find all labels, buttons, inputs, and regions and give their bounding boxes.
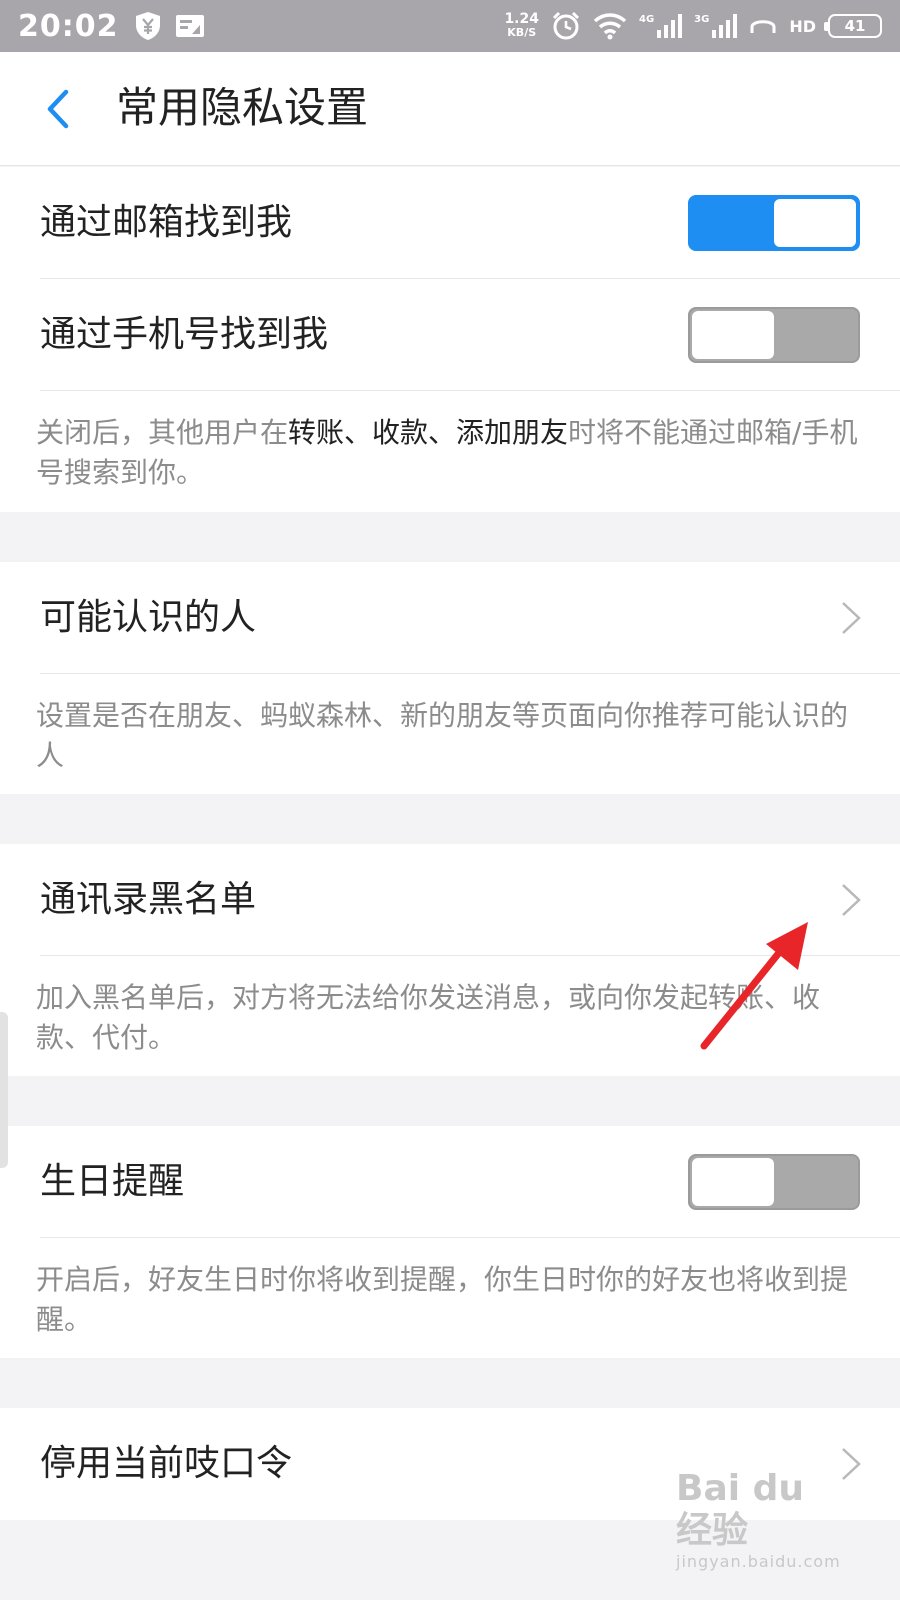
edge-floating-tab[interactable] [0,1012,8,1168]
shield-yuan-icon [135,12,160,40]
people-you-may-know-group: 可能认识的人 设置是否在朋友、蚂蚁森林、新的朋友等页面向你推荐可能认识的人 [0,562,900,794]
phone-find-toggle[interactable] [688,307,860,363]
chevron-right-icon [842,884,861,916]
battery-icon: 41 [824,14,882,38]
email-find-toggle[interactable] [688,195,860,251]
phone-find-label: 通过手机号找到我 [40,314,329,355]
chevron-right-icon [842,602,861,634]
hd-voice-headset-icon [750,20,776,33]
disable-password-label: 停用当前吱口令 [40,1443,293,1484]
birthday-reminder-group: 生日提醒 开启后，好友生日时你将收到提醒，你生日时你的好友也将收到提醒。 [0,1126,900,1358]
birthday-reminder-description: 开启后，好友生日时你将收到提醒，你生日时你的好友也将收到提醒。 [36,1263,849,1336]
find-me-description: 关闭后，其他用户在转账、收款、添加朋友时将不能通过邮箱/手机号搜索到你。 [36,416,858,489]
back-arrow-icon[interactable] [36,82,80,136]
network-speed: 1.24 KB/S [504,11,539,39]
email-find-label: 通过邮箱找到我 [40,202,293,243]
phone-find-row[interactable]: 通过手机号找到我 [0,279,900,391]
baidu-jingyan-watermark: Bai du 经验 jingyan.baidu.com [676,1468,841,1571]
people-you-may-know-row[interactable]: 可能认识的人 [0,562,900,674]
email-find-row[interactable]: 通过邮箱找到我 [0,167,900,279]
page-title: 常用隐私设置 [116,83,369,132]
find-me-group: 通过邮箱找到我 通过手机号找到我 关闭后，其他用户在转账、收款、添加朋友时将不能… [0,167,900,512]
people-you-may-know-label: 可能认识的人 [40,597,257,638]
contacts-blacklist-label: 通讯录黑名单 [40,879,257,920]
birthday-reminder-toggle[interactable] [688,1154,860,1210]
wifi-icon [593,13,627,40]
status-time: 20:02 [18,8,119,44]
status-bar: 20:02 1.24 KB/S 4G 3G HD 41 [0,0,900,52]
hd-label: HD [789,16,816,36]
people-you-may-know-description: 设置是否在朋友、蚂蚁森林、新的朋友等页面向你推荐可能认识的人 [36,699,849,772]
notification-card-icon [175,15,204,37]
signal-4g-icon: 4G [639,14,683,38]
signal-3g-icon: 3G [694,14,738,38]
nav-bar: 常用隐私设置 [0,52,900,166]
birthday-reminder-row[interactable]: 生日提醒 [0,1126,900,1238]
birthday-reminder-label: 生日提醒 [40,1161,185,1202]
red-annotation-arrow-icon [700,922,808,1050]
alarm-icon [552,11,580,40]
